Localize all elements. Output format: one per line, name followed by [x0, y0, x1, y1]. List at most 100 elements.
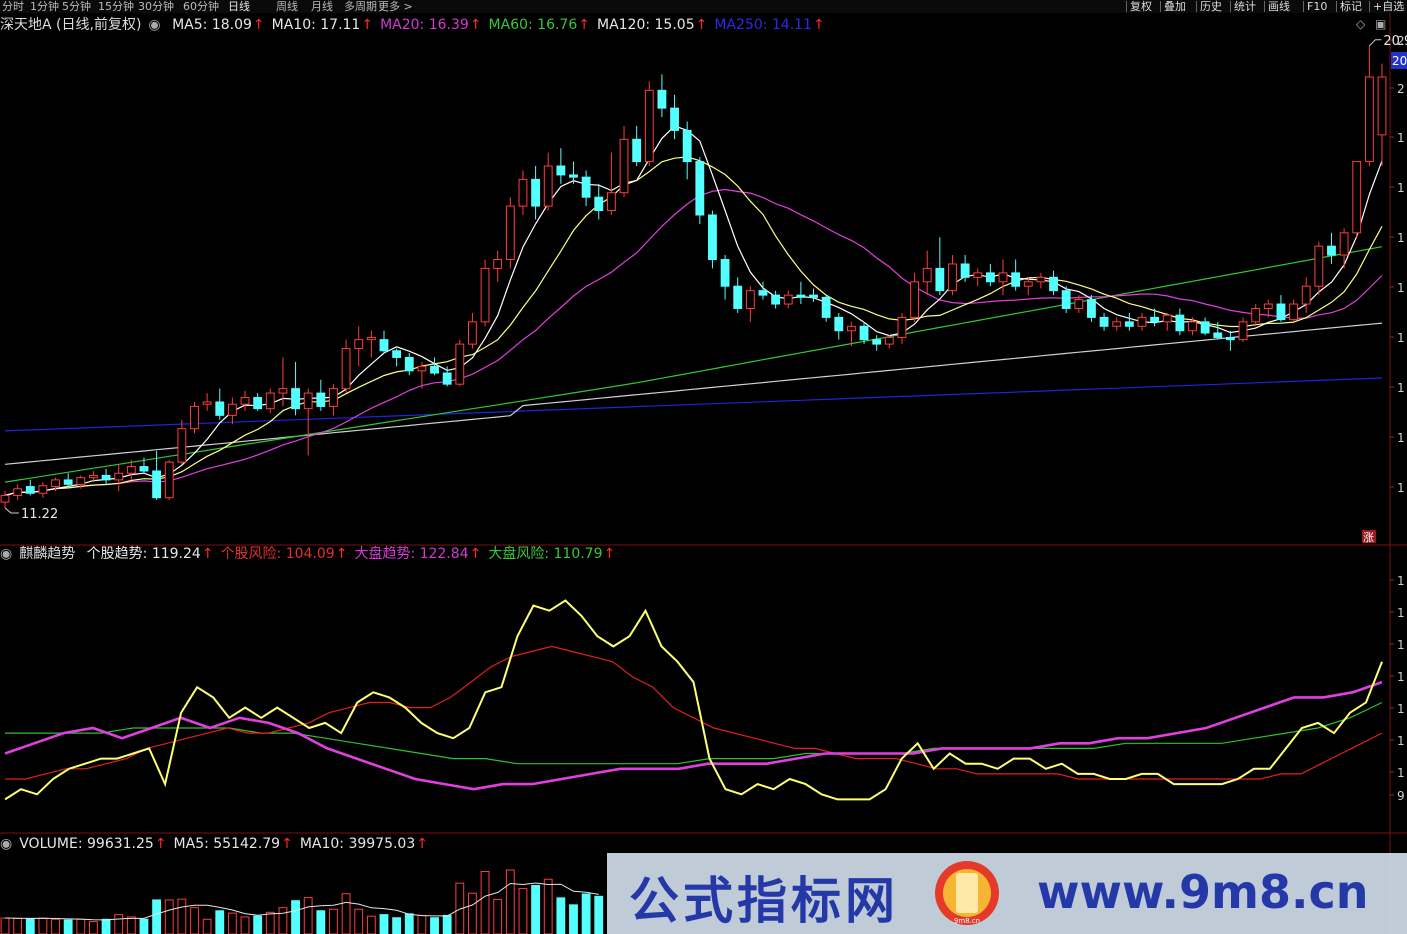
legend-value: MA10: 17.11 — [271, 17, 361, 33]
volume-bar — [101, 918, 111, 934]
axis-tick-label: 1 — [1397, 638, 1405, 652]
candle-body — [1023, 281, 1033, 287]
candle-body — [493, 259, 503, 269]
up-arrow-icon: ↑ — [469, 17, 482, 33]
watermark-logo-text: 9m8.cn — [954, 917, 980, 925]
candle-body — [948, 263, 957, 292]
up-arrow-icon: ↑ — [201, 546, 214, 562]
candle-body — [1289, 303, 1298, 321]
volume-bar — [13, 918, 23, 934]
candle-body — [859, 325, 869, 341]
legend-value: VOLUME: 99631.25 — [19, 836, 154, 852]
candle-body — [101, 474, 111, 481]
legend-item: 大盘风险: 110.79↑ — [488, 546, 615, 562]
legend-value: 个股趋势: 119.24 — [86, 546, 201, 562]
indicator-panel-header: ◉ 麒麟趋势 个股趋势: 119.24↑ 个股风险: 104.09↑ 大盘趋势: 12… — [0, 545, 629, 563]
candle-body — [278, 388, 288, 394]
candle-body — [430, 365, 439, 374]
price-panel-title: 深天地A (日线,前复权) — [0, 17, 142, 33]
candle-body — [518, 178, 528, 207]
candle-body — [25, 486, 35, 494]
candle-body — [985, 272, 995, 283]
candle-body — [227, 403, 237, 416]
candle-body — [960, 263, 970, 278]
up-arrow-icon: ↑ — [281, 836, 293, 852]
candle-body — [404, 356, 414, 372]
candle-body — [152, 470, 162, 499]
volume-bar — [329, 908, 338, 934]
candle-body — [253, 397, 263, 410]
candle-body — [1200, 321, 1210, 334]
volume-bar — [253, 915, 263, 934]
candle-body — [606, 192, 616, 212]
expand-icon[interactable]: ◉ — [148, 17, 160, 33]
candle-body — [38, 485, 48, 494]
market-trend-line — [4, 680, 1383, 791]
candle-body — [1036, 276, 1046, 283]
candle-body — [758, 290, 768, 296]
volume-bar — [25, 918, 35, 934]
candle-body — [644, 89, 654, 163]
candle-body — [1377, 76, 1387, 136]
candle-body — [846, 325, 856, 332]
axis-tick-label: 1 — [1397, 574, 1405, 588]
expand-icon[interactable]: ◉ — [0, 836, 12, 852]
watermark-logo: 9m8.cn — [935, 861, 999, 925]
legend-value: MA250: 14.11 — [714, 17, 812, 33]
candle-body — [1188, 321, 1197, 332]
ma5-line — [4, 125, 1383, 497]
up-arrow-icon: ↑ — [695, 17, 708, 33]
candle-body — [935, 267, 945, 292]
up-arrow-icon: ↑ — [154, 836, 167, 852]
candle-body — [1074, 299, 1084, 309]
low-marker — [4, 507, 19, 514]
candle-body — [1175, 314, 1185, 332]
high-label: 20.96 — [1383, 34, 1407, 49]
expand-icon[interactable]: ◉ — [0, 546, 12, 562]
legend-item: VOLUME: 99631.25↑ — [19, 836, 166, 852]
volume-bar — [177, 898, 187, 934]
volume-bar — [114, 914, 124, 934]
volume-bar — [354, 908, 364, 934]
candle-body — [1099, 316, 1109, 327]
candle-body — [594, 196, 604, 212]
candle-body — [834, 316, 844, 332]
candle-body — [51, 479, 60, 488]
candle-body — [76, 477, 86, 485]
volume-bar — [38, 917, 48, 934]
candle-body — [455, 343, 465, 385]
candle-body — [1150, 316, 1160, 323]
candle-body — [13, 488, 23, 496]
ma250-line — [4, 377, 1383, 432]
volume-bar — [227, 912, 237, 934]
legend-value: MA5: 55142.79 — [173, 836, 281, 852]
axis-tick-label: 1 — [1397, 381, 1405, 395]
candle-body — [910, 281, 919, 318]
legend-value: 大盘风险: 110.79 — [488, 546, 603, 562]
candle-body — [1061, 290, 1071, 309]
candle-body — [480, 267, 490, 323]
candle-body — [872, 339, 882, 345]
candle-body — [569, 174, 578, 178]
volume-bar — [139, 918, 149, 934]
candle-body — [1276, 303, 1286, 321]
volume-bar — [51, 918, 60, 934]
candle-body — [468, 321, 477, 345]
volume-bar — [341, 893, 351, 934]
volume-bar — [126, 916, 136, 934]
legend-value: MA5: 18.09 — [172, 17, 252, 33]
candle-body — [682, 129, 692, 163]
candle-body — [1049, 276, 1058, 292]
candle-body — [291, 388, 300, 410]
legend-item: 个股趋势: 119.24↑ — [87, 546, 214, 562]
volume-bar — [468, 892, 477, 934]
high-marker — [1369, 39, 1382, 47]
candle-body — [139, 466, 149, 472]
candle-body — [531, 178, 541, 207]
axis-tick-label: 1 — [1397, 431, 1405, 445]
candle-body — [771, 294, 781, 305]
volume-legend: VOLUME: 99631.25↑ MA5: 55142.79↑ MA10: 399… — [19, 836, 435, 852]
legend-value: 个股风险: 104.09 — [220, 546, 335, 562]
volume-panel-header: ◉ VOLUME: 99631.25↑ MA5: 55142.79↑ MA10: 39… — [0, 835, 442, 853]
legend-item: MA5: 18.09↑ — [172, 17, 265, 33]
